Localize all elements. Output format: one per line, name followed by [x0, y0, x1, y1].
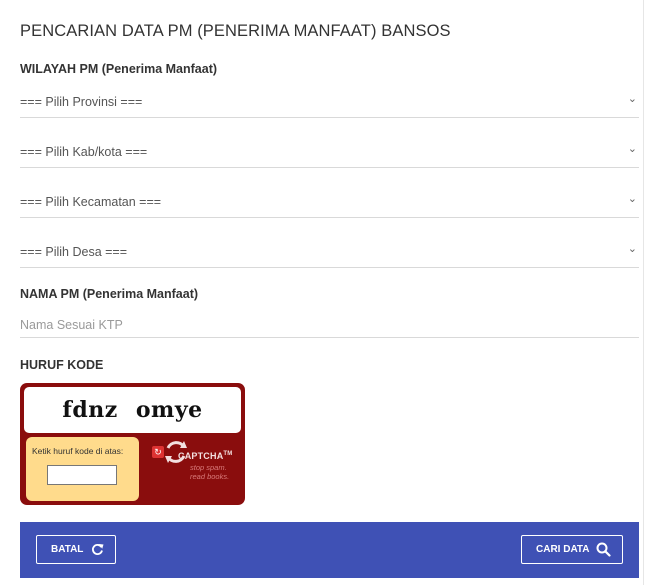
desa-select-value: === Pilih Desa ===	[20, 245, 128, 259]
captcha-brand: ↻ CAPTCHATM stop spam. read books.	[152, 441, 240, 491]
action-bar: BATAL CARI DATA	[20, 522, 639, 578]
desa-select[interactable]: === Pilih Desa === ⌄	[20, 242, 639, 268]
page-title: PENCARIAN DATA PM (PENERIMA MANFAAT) BAN…	[20, 22, 451, 40]
chevron-down-icon: ⌄	[627, 193, 637, 205]
batal-button[interactable]: BATAL	[36, 535, 116, 564]
captcha-widget: fdnz omye Ketik huruf kode di atas: ↻ CA…	[20, 383, 245, 505]
provinsi-select[interactable]: === Pilih Provinsi === ⌄	[20, 92, 639, 118]
search-form-card: PENCARIAN DATA PM (PENERIMA MANFAAT) BAN…	[0, 0, 644, 585]
kecamatan-select[interactable]: === Pilih Kecamatan === ⌄	[20, 192, 639, 218]
captcha-tagline-2: read books.	[190, 472, 230, 481]
captcha-input[interactable]	[47, 465, 117, 485]
cari-data-button[interactable]: CARI DATA	[521, 535, 623, 564]
provinsi-select-value: === Pilih Provinsi ===	[20, 95, 143, 109]
kabkota-select-value: === Pilih Kab/kota ===	[20, 145, 148, 159]
captcha-entry-box: Ketik huruf kode di atas:	[26, 437, 139, 501]
captcha-brand-tm: TM	[223, 451, 233, 457]
chevron-down-icon: ⌄	[627, 93, 637, 105]
captcha-entry-label: Ketik huruf kode di atas:	[32, 446, 124, 456]
captcha-text: fdnz omye	[62, 397, 203, 423]
kabkota-select[interactable]: === Pilih Kab/kota === ⌄	[20, 142, 639, 168]
chevron-down-icon: ⌄	[627, 143, 637, 155]
captcha-reload-icon[interactable]: ↻	[152, 446, 164, 458]
refresh-icon	[92, 544, 104, 555]
nama-label: NAMA PM (Penerima Manfaat)	[20, 287, 199, 301]
captcha-brand-text: CAPTCHA	[178, 451, 224, 461]
kecamatan-select-value: === Pilih Kecamatan ===	[20, 195, 162, 209]
captcha-image: fdnz omye	[24, 387, 241, 433]
nama-field-wrap	[20, 314, 639, 338]
batal-button-label: BATAL	[51, 544, 84, 555]
nama-input[interactable]	[20, 314, 639, 336]
huruf-kode-label: HURUF KODE	[20, 358, 104, 372]
captcha-tagline-1: stop spam.	[190, 463, 227, 472]
captcha-brand-name: CAPTCHATM	[178, 451, 232, 461]
wilayah-label: WILAYAH PM (Penerima Manfaat)	[20, 62, 218, 76]
chevron-down-icon: ⌄	[627, 243, 637, 255]
search-icon	[596, 542, 611, 557]
cari-data-button-label: CARI DATA	[536, 544, 590, 555]
